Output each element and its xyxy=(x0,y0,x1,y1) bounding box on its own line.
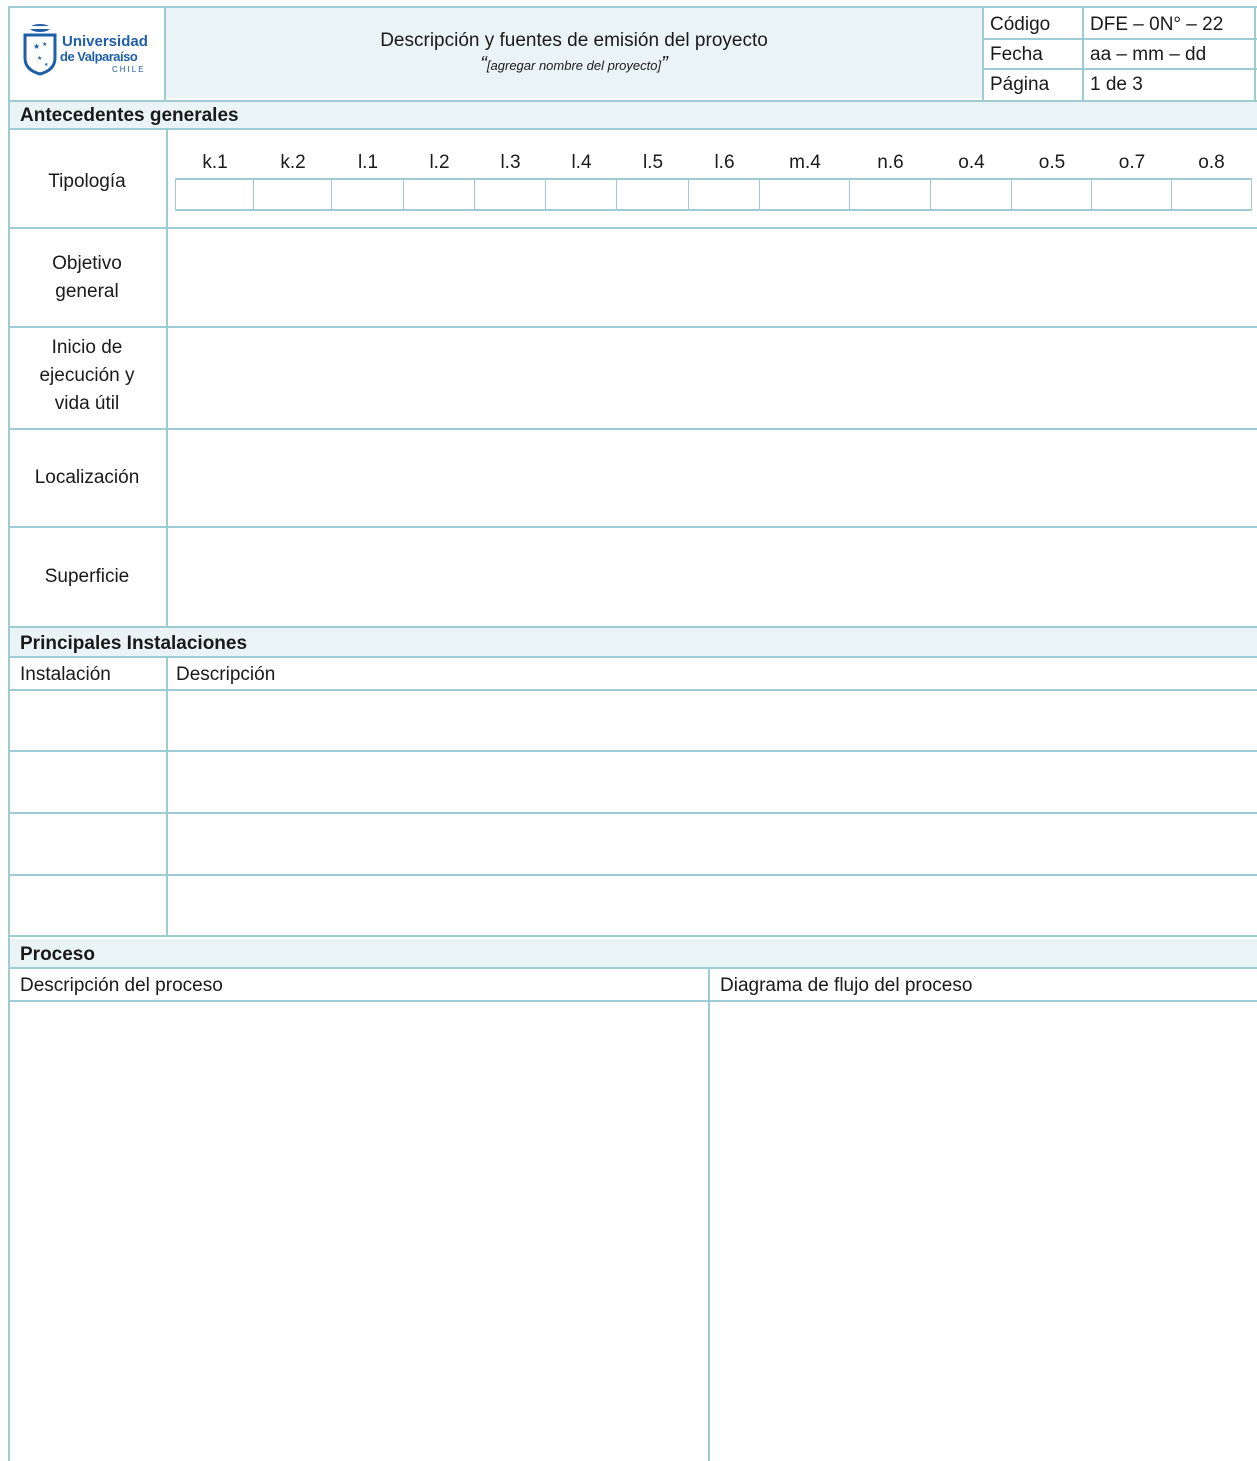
typology-code: o.4 xyxy=(958,152,985,173)
section-heading-instalaciones: Principales Instalaciones xyxy=(20,633,248,654)
typology-code: l.4 xyxy=(571,152,592,173)
logo-line-2: de Valparaíso xyxy=(60,49,138,64)
svg-text:★: ★ xyxy=(42,41,47,48)
process-flow-diagram-field[interactable] xyxy=(710,1002,1257,1461)
typology-checkbox[interactable] xyxy=(254,180,332,210)
typology-code: l.1 xyxy=(357,152,379,173)
typology-checkbox[interactable] xyxy=(931,180,1012,210)
typology-code: n.6 xyxy=(877,152,904,173)
typology-checkbox[interactable] xyxy=(689,180,760,210)
project-name-placeholder: “[agregar nombre del proyecto]” xyxy=(166,54,982,76)
column-header-descripcion-proceso: Descripción del proceso xyxy=(20,975,223,996)
typology-checkbox[interactable] xyxy=(475,180,546,210)
svg-text:★: ★ xyxy=(33,42,40,51)
row-label-localizacion: Localización xyxy=(34,467,140,488)
meta-value-fecha: aa – mm – dd xyxy=(1090,44,1207,65)
installation-description-field[interactable] xyxy=(168,691,1257,750)
svg-text:★: ★ xyxy=(37,55,42,62)
superficie-field[interactable] xyxy=(168,528,1257,624)
university-crest-icon: ★ ★ ★ ★ xyxy=(23,24,57,76)
close-quote: ” xyxy=(661,53,668,75)
typology-checkbox[interactable] xyxy=(1172,180,1251,210)
typology-checkbox[interactable] xyxy=(850,180,931,210)
inicio-ejecucion-field[interactable] xyxy=(168,328,1257,428)
logo-line-1: Universidad xyxy=(62,33,148,50)
installation-name-field[interactable] xyxy=(10,691,166,750)
typology-code: m.4 xyxy=(789,152,821,173)
row-label-inicio-ejecucion: Inicio de ejecución y vida útil xyxy=(39,337,135,414)
tipologia-label: Tipología xyxy=(48,171,126,192)
installation-name-field[interactable] xyxy=(10,752,166,812)
typology-code: l.2 xyxy=(429,152,450,173)
open-quote: “ xyxy=(480,53,487,75)
document-title: Descripción y fuentes de emisión del pro… xyxy=(380,30,768,51)
installation-description-field[interactable] xyxy=(168,876,1257,935)
typology-code: l.5 xyxy=(642,152,664,173)
svg-text:★: ★ xyxy=(44,62,49,68)
typology-checkbox[interactable] xyxy=(1012,180,1092,210)
process-description-field[interactable] xyxy=(10,1002,707,1461)
typology-code: l.3 xyxy=(500,152,521,173)
section-heading-proceso: Proceso xyxy=(20,944,95,965)
project-name: [agregar nombre del proyecto] xyxy=(486,58,662,73)
row-label-objetivo: Objetivo general xyxy=(52,253,122,302)
typology-checkbox[interactable] xyxy=(617,180,689,210)
row-label-superficie: Superficie xyxy=(44,566,130,587)
installation-name-field[interactable] xyxy=(10,814,166,874)
installation-name-field[interactable] xyxy=(10,876,166,935)
typology-code: k.2 xyxy=(280,152,306,173)
meta-label-fecha: Fecha xyxy=(990,44,1043,65)
column-header-descripcion: Descripción xyxy=(176,664,276,685)
meta-value-codigo: DFE – 0N° – 22 xyxy=(1090,14,1224,35)
typology-checkbox[interactable] xyxy=(546,180,617,210)
meta-value-pagina: 1 de 3 xyxy=(1090,74,1143,95)
logo-line-3: CHILE xyxy=(112,65,146,74)
column-header-diagrama-flujo: Diagrama de flujo del proceso xyxy=(720,975,973,996)
typology-code: k.1 xyxy=(202,152,228,173)
university-logo: ★ ★ ★ ★ Universidad de Valparaíso CHILE xyxy=(22,22,162,84)
typology-checkbox[interactable] xyxy=(1092,180,1172,210)
typology-checkbox[interactable] xyxy=(404,180,475,210)
installation-description-field[interactable] xyxy=(168,814,1257,874)
typology-checkbox[interactable] xyxy=(332,180,404,210)
localizacion-field[interactable] xyxy=(168,430,1257,526)
objetivo-field[interactable] xyxy=(168,229,1257,326)
meta-label-codigo: Código xyxy=(990,14,1051,35)
typology-checkbox[interactable] xyxy=(176,180,254,210)
typology-checkbox[interactable] xyxy=(760,180,850,210)
typology-code: o.7 xyxy=(1118,152,1146,173)
column-header-instalacion: Instalación xyxy=(20,664,111,685)
typology-code: o.5 xyxy=(1038,152,1066,173)
section-heading-antecedentes: Antecedentes generales xyxy=(20,105,239,126)
typology-code: l.6 xyxy=(714,152,735,173)
installation-description-field[interactable] xyxy=(168,752,1257,812)
meta-label-pagina: Página xyxy=(990,74,1050,95)
typology-code: o.8 xyxy=(1198,152,1225,173)
